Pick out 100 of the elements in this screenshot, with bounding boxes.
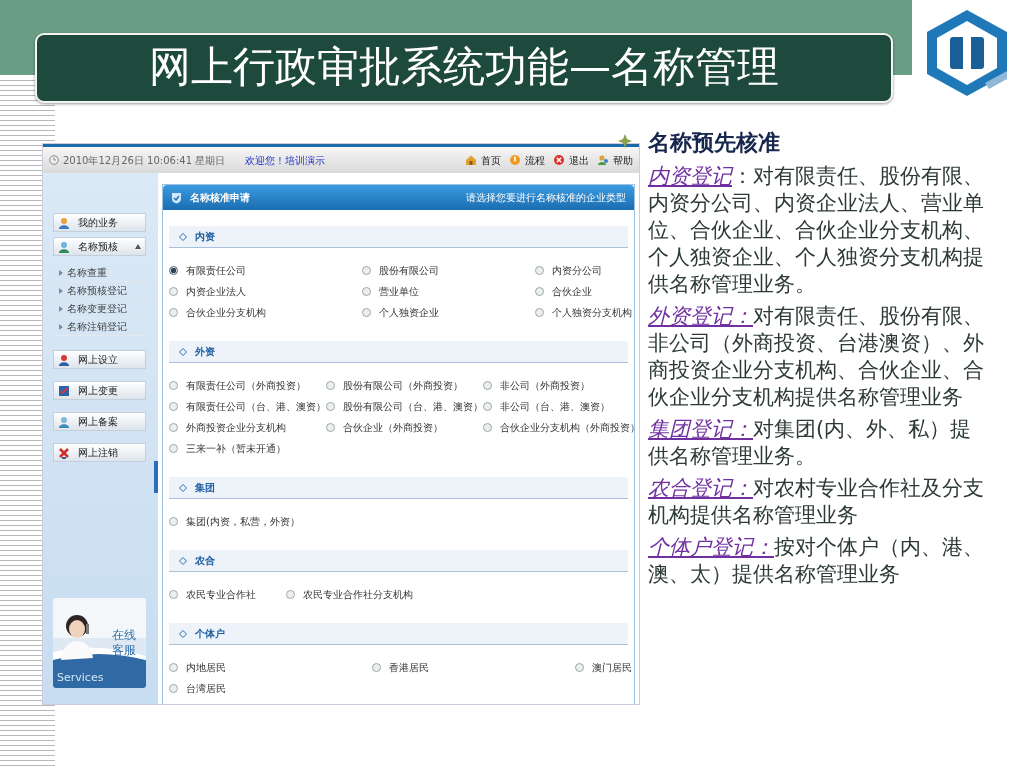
submenu-item[interactable]: 名称注销登记 (53, 318, 146, 336)
notes-heading: 名称预先核准 (648, 129, 781, 157)
radio-button[interactable] (326, 381, 335, 390)
radio-button[interactable] (372, 663, 381, 672)
radio-button[interactable] (169, 663, 178, 672)
radio-label: 股份有限公司（台、港、澳资） (343, 400, 483, 414)
home-icon (465, 154, 477, 166)
radio-button[interactable] (483, 381, 492, 390)
panel-hint: 请选择您要进行名称核准的企业类型 (466, 191, 626, 205)
radio-button[interactable] (326, 402, 335, 411)
note-paragraph: 农合登记：对农村专业合作社及分支机构提供名称管理业务 (648, 475, 985, 529)
section-title: 集团 (195, 481, 215, 495)
radio-label: 内资分公司 (552, 264, 602, 278)
diamond-icon (179, 629, 187, 638)
chevron-icon (59, 323, 63, 330)
submenu-item[interactable]: 名称变更登记 (53, 300, 146, 318)
radio-label: 有限责任公司（台、港、澳资） (186, 400, 326, 414)
radio-label: 合伙企业分支机构（外商投资） (500, 421, 639, 435)
radio-label: 农民专业合作社 (186, 588, 256, 602)
radio-label: 香港居民 (389, 661, 429, 675)
person-icon (58, 353, 70, 366)
person-icon (58, 216, 70, 229)
diamond-icon (179, 232, 187, 241)
nav-link[interactable]: 帮助 (613, 152, 633, 168)
submenu-item[interactable]: 名称查重 (53, 264, 146, 282)
service-label: 在线客服 (112, 628, 138, 658)
slide-title: 网上行政审批系统功能—名称管理 (35, 33, 893, 103)
diamond-icon (179, 556, 187, 565)
radio-button[interactable] (362, 287, 371, 296)
radio-label: 个人独资企业 (379, 306, 439, 320)
sidebar-item[interactable]: 我的业务 (53, 213, 146, 232)
nav-link[interactable]: 首页 (481, 152, 501, 168)
radio-label: 合伙企业 (552, 285, 592, 299)
section-title: 内资 (195, 230, 215, 244)
radio-button[interactable] (535, 266, 544, 275)
radio-label: 股份有限公司 (379, 264, 439, 278)
chevron-icon (59, 269, 63, 276)
radio-button[interactable] (326, 423, 335, 432)
sidebar-item[interactable]: 网上备案 (53, 412, 146, 431)
radio-button[interactable] (362, 266, 371, 275)
person-icon (58, 240, 70, 253)
nav-link[interactable]: 退出 (569, 152, 589, 168)
note-paragraph: 内资登记：对有限责任、股份有限、内资分公司、内资企业法人、营业单位、合伙企业、合伙企业分支机构、个人独资企业、个人独资分支机构提供名称管理业务。 (648, 163, 985, 298)
radio-button[interactable] (169, 444, 178, 453)
radio-label: 营业单位 (379, 285, 419, 299)
radio-button[interactable] (169, 287, 178, 296)
person-icon (58, 415, 70, 428)
submenu-item[interactable]: 名称预核登记 (53, 282, 146, 300)
radio-button[interactable] (169, 590, 178, 599)
note-paragraph: 外资登记：对有限责任、股份有限、非公司（外商投资、台港澳资）、外商投资企业分支机构、合伙企业、合伙企业分支机构提供名称管理业务 (648, 303, 985, 411)
collapse-handle[interactable] (154, 461, 158, 493)
radio-label: 合伙企业（外商投资） (343, 421, 443, 435)
radio-button[interactable] (169, 684, 178, 693)
sidebar-item[interactable]: 网上变更 (53, 381, 146, 400)
service-caption: Services (57, 669, 104, 686)
radio-label: 内地居民 (186, 661, 226, 675)
sidebar-item[interactable]: 名称预核 (53, 237, 146, 256)
welcome-text: 欢迎您！培训演示 (245, 153, 326, 168)
user-icon (597, 154, 609, 166)
section-title: 外资 (195, 345, 215, 359)
radio-button[interactable] (483, 402, 492, 411)
radio-button[interactable] (483, 423, 492, 432)
chevron-icon (59, 305, 63, 312)
radio-label: 有限责任公司 (186, 264, 246, 278)
section-title: 农合 (195, 554, 215, 568)
diamond-icon (179, 347, 187, 356)
radio-button[interactable] (169, 308, 178, 317)
radio-button[interactable] (535, 308, 544, 317)
radio-label: 个人独资分支机构 (552, 306, 632, 320)
nav-link[interactable]: 流程 (525, 152, 545, 168)
radio-button[interactable] (169, 423, 178, 432)
radio-label: 农民专业合作社分支机构 (303, 588, 413, 602)
radio-button[interactable] (575, 663, 584, 672)
sidebar-item[interactable]: 网上设立 (53, 350, 146, 369)
clock-icon (49, 155, 59, 165)
radio-label: 三来一补（暂未开通） (186, 442, 286, 456)
radio-button[interactable] (169, 402, 178, 411)
radio-button[interactable] (535, 287, 544, 296)
radio-label: 台湾居民 (186, 682, 226, 696)
radio-button[interactable] (169, 266, 178, 275)
collapse-icon (135, 244, 141, 249)
radio-label: 合伙企业分支机构 (186, 306, 266, 320)
info-icon (509, 154, 521, 166)
close-icon (553, 154, 565, 166)
radio-button[interactable] (286, 590, 295, 599)
diamond-icon (179, 483, 187, 492)
note-paragraph: 集团登记：对集团(内、外、私）提供名称管理业务。 (648, 416, 973, 470)
radio-label: 有限责任公司（外商投资） (186, 379, 306, 393)
radio-label: 内资企业法人 (186, 285, 246, 299)
date-time: 2010年12月26日 10:06:41 星期日 (63, 153, 226, 168)
radio-label: 非公司（外商投资） (500, 379, 590, 393)
cross-icon (58, 446, 70, 459)
sidebar-item[interactable]: 网上注销 (53, 443, 146, 462)
checklist-icon (58, 384, 70, 397)
panel-title: 名称核准申请 (190, 191, 250, 205)
radio-label: 外商投资企业分支机构 (186, 421, 286, 435)
radio-button[interactable] (362, 308, 371, 317)
radio-label: 集团(内资，私营，外资） (186, 515, 300, 529)
radio-button[interactable] (169, 517, 178, 526)
radio-button[interactable] (169, 381, 178, 390)
